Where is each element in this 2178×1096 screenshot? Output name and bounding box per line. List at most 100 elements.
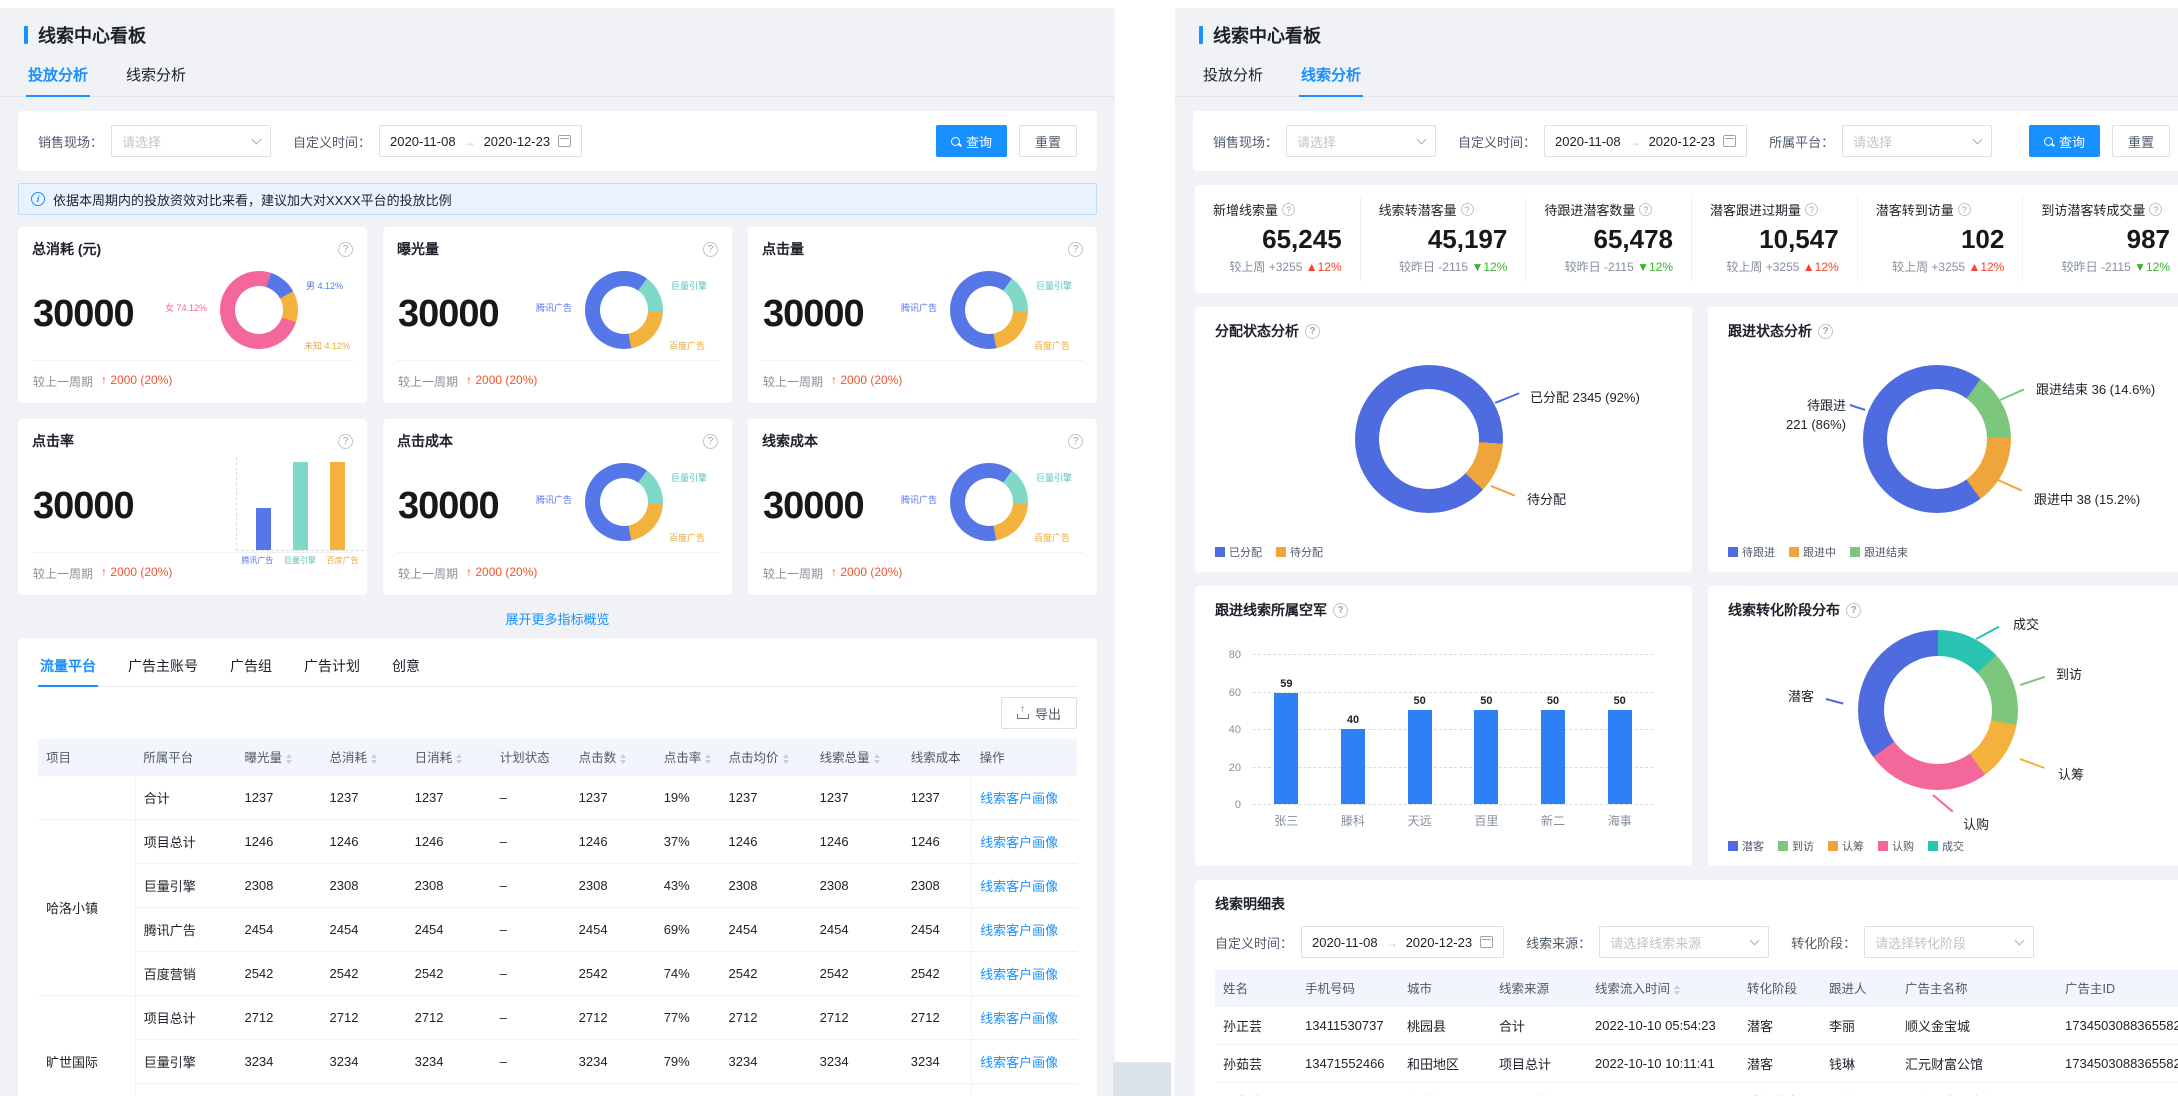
tab-lead-analysis[interactable]: 线索分析: [124, 56, 188, 96]
date-range-picker[interactable]: 2020-11-08 2020-12-23: [1544, 125, 1747, 157]
sort-icon[interactable]: [705, 754, 711, 764]
detail-filters: 自定义时间： 2020-11-08 2020-12-23 线索来源： 请选择线索…: [1215, 926, 2168, 958]
lead-portrait-link[interactable]: 线索客户画像: [980, 879, 1058, 894]
calendar-icon: [1480, 936, 1493, 948]
scene-select[interactable]: 请选择: [1286, 125, 1436, 157]
allocation-status-card: 分配状态分析 已分配 2345 (92%) 待分配 已分配 待分配: [1195, 307, 1692, 572]
lead-portrait-link[interactable]: 线索客户画像: [980, 967, 1058, 982]
scene-select-placeholder: 请选择: [122, 132, 161, 151]
question-circle-icon[interactable]: [338, 434, 353, 449]
date-end: 2020-12-23: [1649, 134, 1716, 149]
donut-label-purchase: 认购: [1963, 814, 1989, 833]
tab-lead-analysis[interactable]: 线索分析: [1299, 56, 1363, 96]
col-follower: 跟进人: [1821, 970, 1897, 1006]
conversion-stage-select[interactable]: 请选择转化阶段: [1864, 926, 2034, 958]
table-tab-ad-plan[interactable]: 广告计划: [302, 648, 362, 686]
donut-label-finished: 跟进结束 36 (14.6%): [2036, 379, 2155, 398]
compare-label: 较上一周期: [33, 373, 93, 390]
scene-select[interactable]: 请选择: [111, 125, 271, 157]
change-value: ↑ 2000 (20%): [831, 565, 902, 582]
question-circle-icon[interactable]: [1461, 203, 1474, 216]
sort-icon[interactable]: [456, 754, 462, 764]
question-circle-icon[interactable]: [703, 434, 718, 449]
legend-swatch: [1215, 547, 1225, 557]
chevron-down-icon: [2015, 936, 2025, 946]
lead-portrait-link[interactable]: 线索客户画像: [980, 835, 1058, 850]
lead-source-placeholder: 请选择线索来源: [1610, 933, 1701, 952]
platform-select[interactable]: 请选择: [1842, 125, 1992, 157]
table-tab-creative[interactable]: 创意: [390, 648, 422, 686]
reset-button[interactable]: 重置: [2112, 125, 2170, 157]
platform-donut-chart: [585, 463, 663, 541]
stat-value: 987: [2041, 224, 2170, 255]
question-circle-icon[interactable]: [2149, 203, 2162, 216]
query-button[interactable]: 查询: [936, 125, 1007, 157]
question-circle-icon[interactable]: [1305, 324, 1320, 339]
question-circle-icon[interactable]: [338, 242, 353, 257]
col-name: 姓名: [1215, 970, 1297, 1006]
donut-label-tencent: 腾讯广告: [536, 493, 572, 506]
tab-delivery-analysis[interactable]: 投放分析: [26, 56, 90, 96]
question-circle-icon[interactable]: [703, 242, 718, 257]
scene-filter-label: 销售现场：: [1213, 132, 1278, 151]
change-value: ↑ 2000 (20%): [831, 373, 902, 390]
sort-icon[interactable]: [1674, 985, 1680, 995]
lead-portrait-link[interactable]: 线索客户画像: [980, 1011, 1058, 1026]
lead-portrait-link[interactable]: 线索客户画像: [980, 1055, 1058, 1070]
question-circle-icon[interactable]: [1846, 603, 1861, 618]
kpi-stats-row: 新增线索量 65,245 较上周 +3255 ▲12% 线索转潜客量 45,19…: [1195, 185, 2178, 293]
stage-filter-label: 转化阶段：: [1791, 933, 1856, 952]
chevron-down-icon: [1750, 936, 1760, 946]
col-project: 项目: [38, 739, 135, 775]
lead-portrait-link[interactable]: 线索客户画像: [980, 923, 1058, 938]
divider: [762, 552, 1083, 553]
col-phone: 手机号码: [1297, 970, 1399, 1006]
bar-baidu: [330, 462, 345, 550]
question-circle-icon[interactable]: [1805, 203, 1818, 216]
stat-change-pct: ▲12%: [1306, 260, 1342, 274]
reset-button[interactable]: 重置: [1019, 125, 1077, 157]
question-circle-icon[interactable]: [1333, 603, 1348, 618]
gender-donut-chart: [220, 271, 298, 349]
lead-source-select[interactable]: 请选择线索来源: [1599, 926, 1769, 958]
question-circle-icon[interactable]: [1958, 203, 1971, 216]
filter-bar: 销售现场： 请选择 自定义时间： 2020-11-08 2020-12-23 查…: [18, 111, 1097, 171]
stat-prospect-to-visit: 潜客转到访量 102 较上周 +3255 ▲12%: [1857, 197, 2023, 281]
question-circle-icon[interactable]: [1068, 434, 1083, 449]
donut-label-subscribe: 认筹: [2058, 764, 2084, 783]
metric-card-clicks: 点击量 30000 腾讯广告 巨量引擎 百度广告 较上一周期↑ 2000 (20…: [748, 227, 1097, 403]
sort-icon[interactable]: [286, 754, 292, 764]
query-button[interactable]: 查询: [2029, 125, 2100, 157]
sort-icon[interactable]: [874, 754, 880, 764]
bar-label-baidu: 百度广告: [327, 555, 359, 566]
sort-icon[interactable]: [783, 754, 789, 764]
date-range-picker[interactable]: 2020-11-08 2020-12-23: [379, 125, 582, 157]
lead-portrait-link[interactable]: 线索客户画像: [980, 791, 1058, 806]
question-circle-icon[interactable]: [1068, 242, 1083, 257]
main-tabs: 投放分析 线索分析: [1175, 56, 2178, 97]
label-connector: [1826, 698, 1844, 704]
arrow-right-icon: [1629, 134, 1641, 149]
platform-select-placeholder: 请选择: [1853, 132, 1892, 151]
table-tab-ad-group[interactable]: 广告组: [228, 648, 274, 686]
bar-tencent: [256, 508, 271, 550]
table-tab-advertiser-account[interactable]: 广告主账号: [126, 648, 200, 686]
question-circle-icon[interactable]: [1282, 203, 1295, 216]
question-circle-icon[interactable]: [1639, 203, 1652, 216]
page-title: 线索中心看板: [1213, 22, 1321, 48]
metric-cards-grid: 总消耗 (元) 30000 女 74.12% 男 4.12% 未知 4.12% …: [18, 227, 1097, 595]
col-lead-time: 线索流入时间: [1587, 970, 1739, 1006]
tab-delivery-analysis[interactable]: 投放分析: [1201, 56, 1265, 96]
export-icon: [1017, 708, 1029, 719]
sort-icon[interactable]: [371, 754, 377, 764]
sort-icon[interactable]: [620, 754, 626, 764]
divider: [397, 552, 718, 553]
metric-value: 30000: [763, 293, 864, 336]
expand-more-link[interactable]: 展开更多指标概览: [0, 609, 1115, 628]
question-circle-icon[interactable]: [1818, 324, 1833, 339]
date-range-picker[interactable]: 2020-11-08 2020-12-23: [1301, 926, 1504, 958]
time-filter-label: 自定义时间：: [1215, 933, 1293, 952]
export-button[interactable]: 导出: [1001, 697, 1077, 729]
title-accent-bar: [24, 26, 28, 44]
table-tab-traffic-platform[interactable]: 流量平台: [38, 648, 98, 686]
